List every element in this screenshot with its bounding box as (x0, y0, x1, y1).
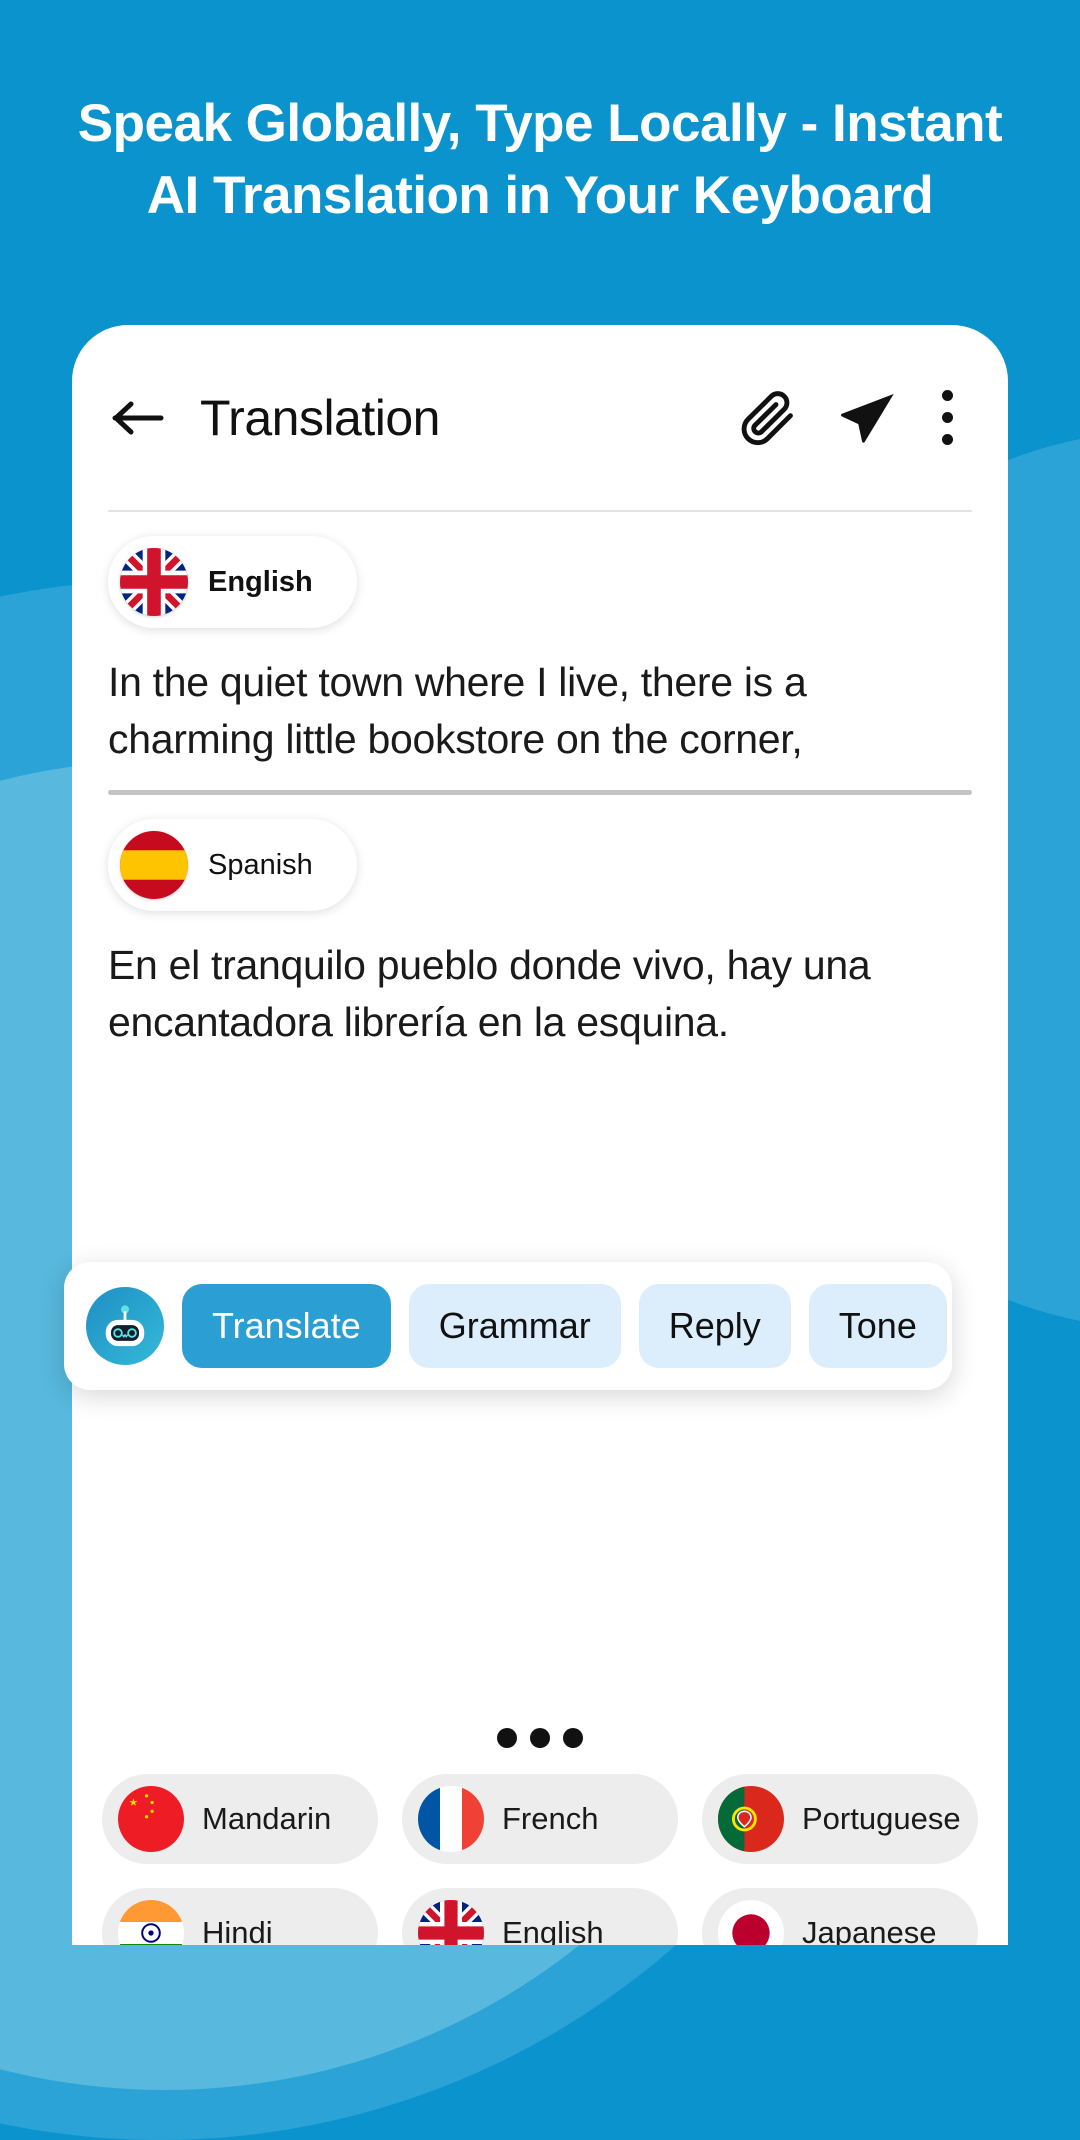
flag-fr-icon (418, 1786, 484, 1852)
ai-action-reply[interactable]: Reply (638, 1284, 791, 1368)
target-language-chip[interactable]: Spanish (108, 819, 357, 911)
language-pill[interactable]: Japanese (702, 1888, 978, 1945)
robot-icon[interactable] (86, 1287, 164, 1365)
app-header: Translation (72, 325, 1008, 510)
menu-dot (941, 434, 953, 445)
source-text[interactable]: In the quiet town where I live, there is… (108, 654, 972, 768)
ai-action-tone[interactable]: Tone (808, 1284, 947, 1368)
flag-gb-icon (120, 548, 188, 616)
ai-action-translate[interactable]: Translate (182, 1284, 391, 1368)
paperclip-icon[interactable] (732, 381, 806, 455)
menu-dot (941, 412, 953, 423)
language-picker-panel: Mandarin French Portuguese Hindi English Japa… (72, 1710, 1008, 1945)
source-language-chip[interactable]: English (108, 536, 357, 628)
language-pill-label: Mandarin (202, 1801, 332, 1836)
source-language-label: English (208, 565, 313, 598)
flag-cn-icon (118, 1786, 184, 1852)
drag-handle-dots[interactable] (102, 1710, 978, 1774)
menu-dot (941, 390, 953, 401)
page-title: Translation (200, 389, 440, 446)
more-vertical-icon[interactable] (922, 381, 972, 455)
target-language-label: Spanish (208, 848, 313, 881)
phone-mockup: Translation English In the quiet town wh… (72, 325, 1008, 1945)
handle-dot (530, 1728, 550, 1748)
flag-es-icon (120, 831, 188, 899)
promo-headline: Speak Globally, Type Locally - Instant A… (0, 88, 1080, 232)
headline-line-2: AI Translation in Your Keyboard (146, 166, 934, 225)
language-grid: Mandarin French Portuguese Hindi English Japa… (102, 1774, 978, 1945)
handle-dot (563, 1728, 583, 1748)
headline-line-1: Speak Globally, Type Locally - Instant (77, 94, 1003, 153)
translation-body: English In the quiet town where I live, … (72, 510, 1008, 1051)
target-text[interactable]: En el tranquilo pueblo donde vivo, hay u… (108, 937, 972, 1051)
flag-gb-icon (418, 1900, 484, 1945)
ai-action-bar: Translate Grammar Reply Tone (64, 1262, 952, 1390)
send-icon[interactable] (830, 381, 904, 455)
back-arrow-icon[interactable] (102, 382, 174, 454)
flag-in-icon (118, 1900, 184, 1945)
language-pill-label: French (502, 1801, 599, 1836)
language-pill[interactable]: Mandarin (102, 1774, 378, 1864)
flag-jp-icon (718, 1900, 784, 1945)
handle-dot (497, 1728, 517, 1748)
language-pill[interactable]: Hindi (102, 1888, 378, 1945)
divider-middle (108, 790, 972, 795)
ai-action-grammar[interactable]: Grammar (408, 1284, 621, 1368)
language-pill[interactable]: English (402, 1888, 678, 1945)
language-pill[interactable]: French (402, 1774, 678, 1864)
flag-pt-icon (718, 1786, 784, 1852)
language-pill-label: Portuguese (802, 1801, 961, 1836)
divider-top (108, 510, 972, 512)
language-pill[interactable]: Portuguese (702, 1774, 978, 1864)
